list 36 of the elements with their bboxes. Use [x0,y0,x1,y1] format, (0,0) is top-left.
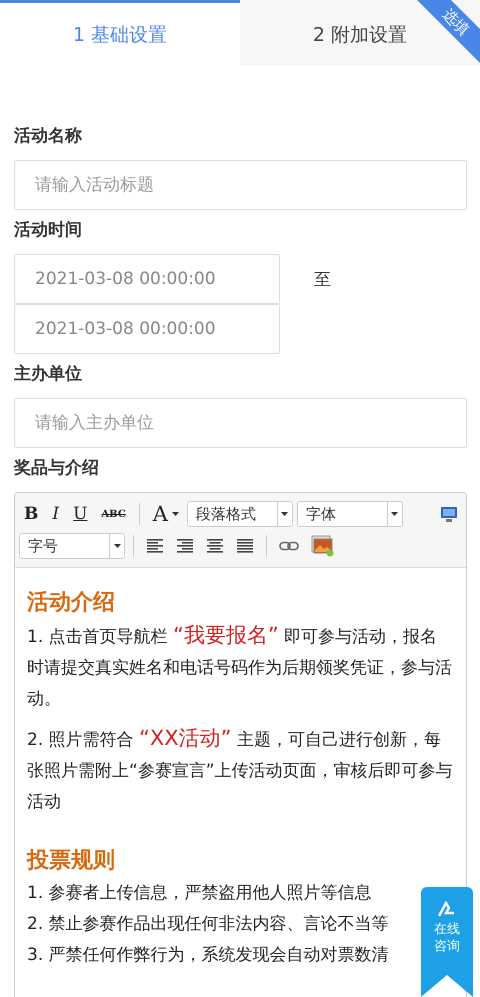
content-line: 3. 严禁任何作弊行为，系统发现会自动对票数清 [27,944,389,967]
dropdown[interactable]: 字体 [296,501,403,527]
align-right-icon[interactable] [176,538,194,554]
content-heading: 活动介绍 [27,589,116,617]
caret-icon [172,512,179,516]
align-left-icon[interactable] [146,538,164,554]
content-line: 1. 参赛者上传信息，严禁盗用他人照片等信息 [27,882,372,905]
range-separator: 至 [314,268,331,290]
input-field[interactable]: 请输入活动标题 [14,160,467,210]
date-field[interactable]: 2021-03-08 00:00:00 [14,304,280,354]
chat-logo-icon [437,901,457,917]
input-field[interactable]: 请输入主办单位 [14,398,467,448]
field-label: 活动名称 [14,125,83,148]
align-center-icon[interactable] [206,538,224,554]
content-line: 2. 禁止参赛作品出现任何非法内容、言论不当等 [27,913,389,936]
link-icon[interactable] [279,541,299,551]
image-icon[interactable] [311,535,335,557]
content-paragraph: 1. 点击首页导航栏 “我要报名” 即可参与活动，报名时请提交真实姓名和电话号码作为后期领奖凭证，参与活动。 [27,622,453,711]
font-color-button[interactable]: A [148,502,168,526]
date-field[interactable]: 2021-03-08 00:00:00 [14,254,280,304]
field-label: 活动时间 [14,219,83,242]
caret-icon [281,512,288,516]
align-justify-icon[interactable] [236,538,254,554]
monitor-icon[interactable] [440,506,458,522]
caret-icon [391,512,398,516]
italic-button[interactable]: I [47,504,64,524]
underline-button[interactable]: U [68,504,92,524]
caret-icon [114,544,120,548]
strikethrough-button[interactable]: ABC [96,508,131,520]
content-heading: 投票规则 [27,847,116,875]
dropdown[interactable]: 段落格式 [186,501,293,527]
field-label: 主办单位 [14,363,83,386]
content-paragraph: 2. 照片需符合 “XX活动” 主题，可自己进行创新，每张照片需附上“参赛宣言”上传活动页面，审核后即可参与活动 [27,725,454,814]
dropdown[interactable]: 字号 [19,533,125,559]
bold-button[interactable]: B [19,504,44,524]
field-label: 奖品与介绍 [14,457,100,480]
